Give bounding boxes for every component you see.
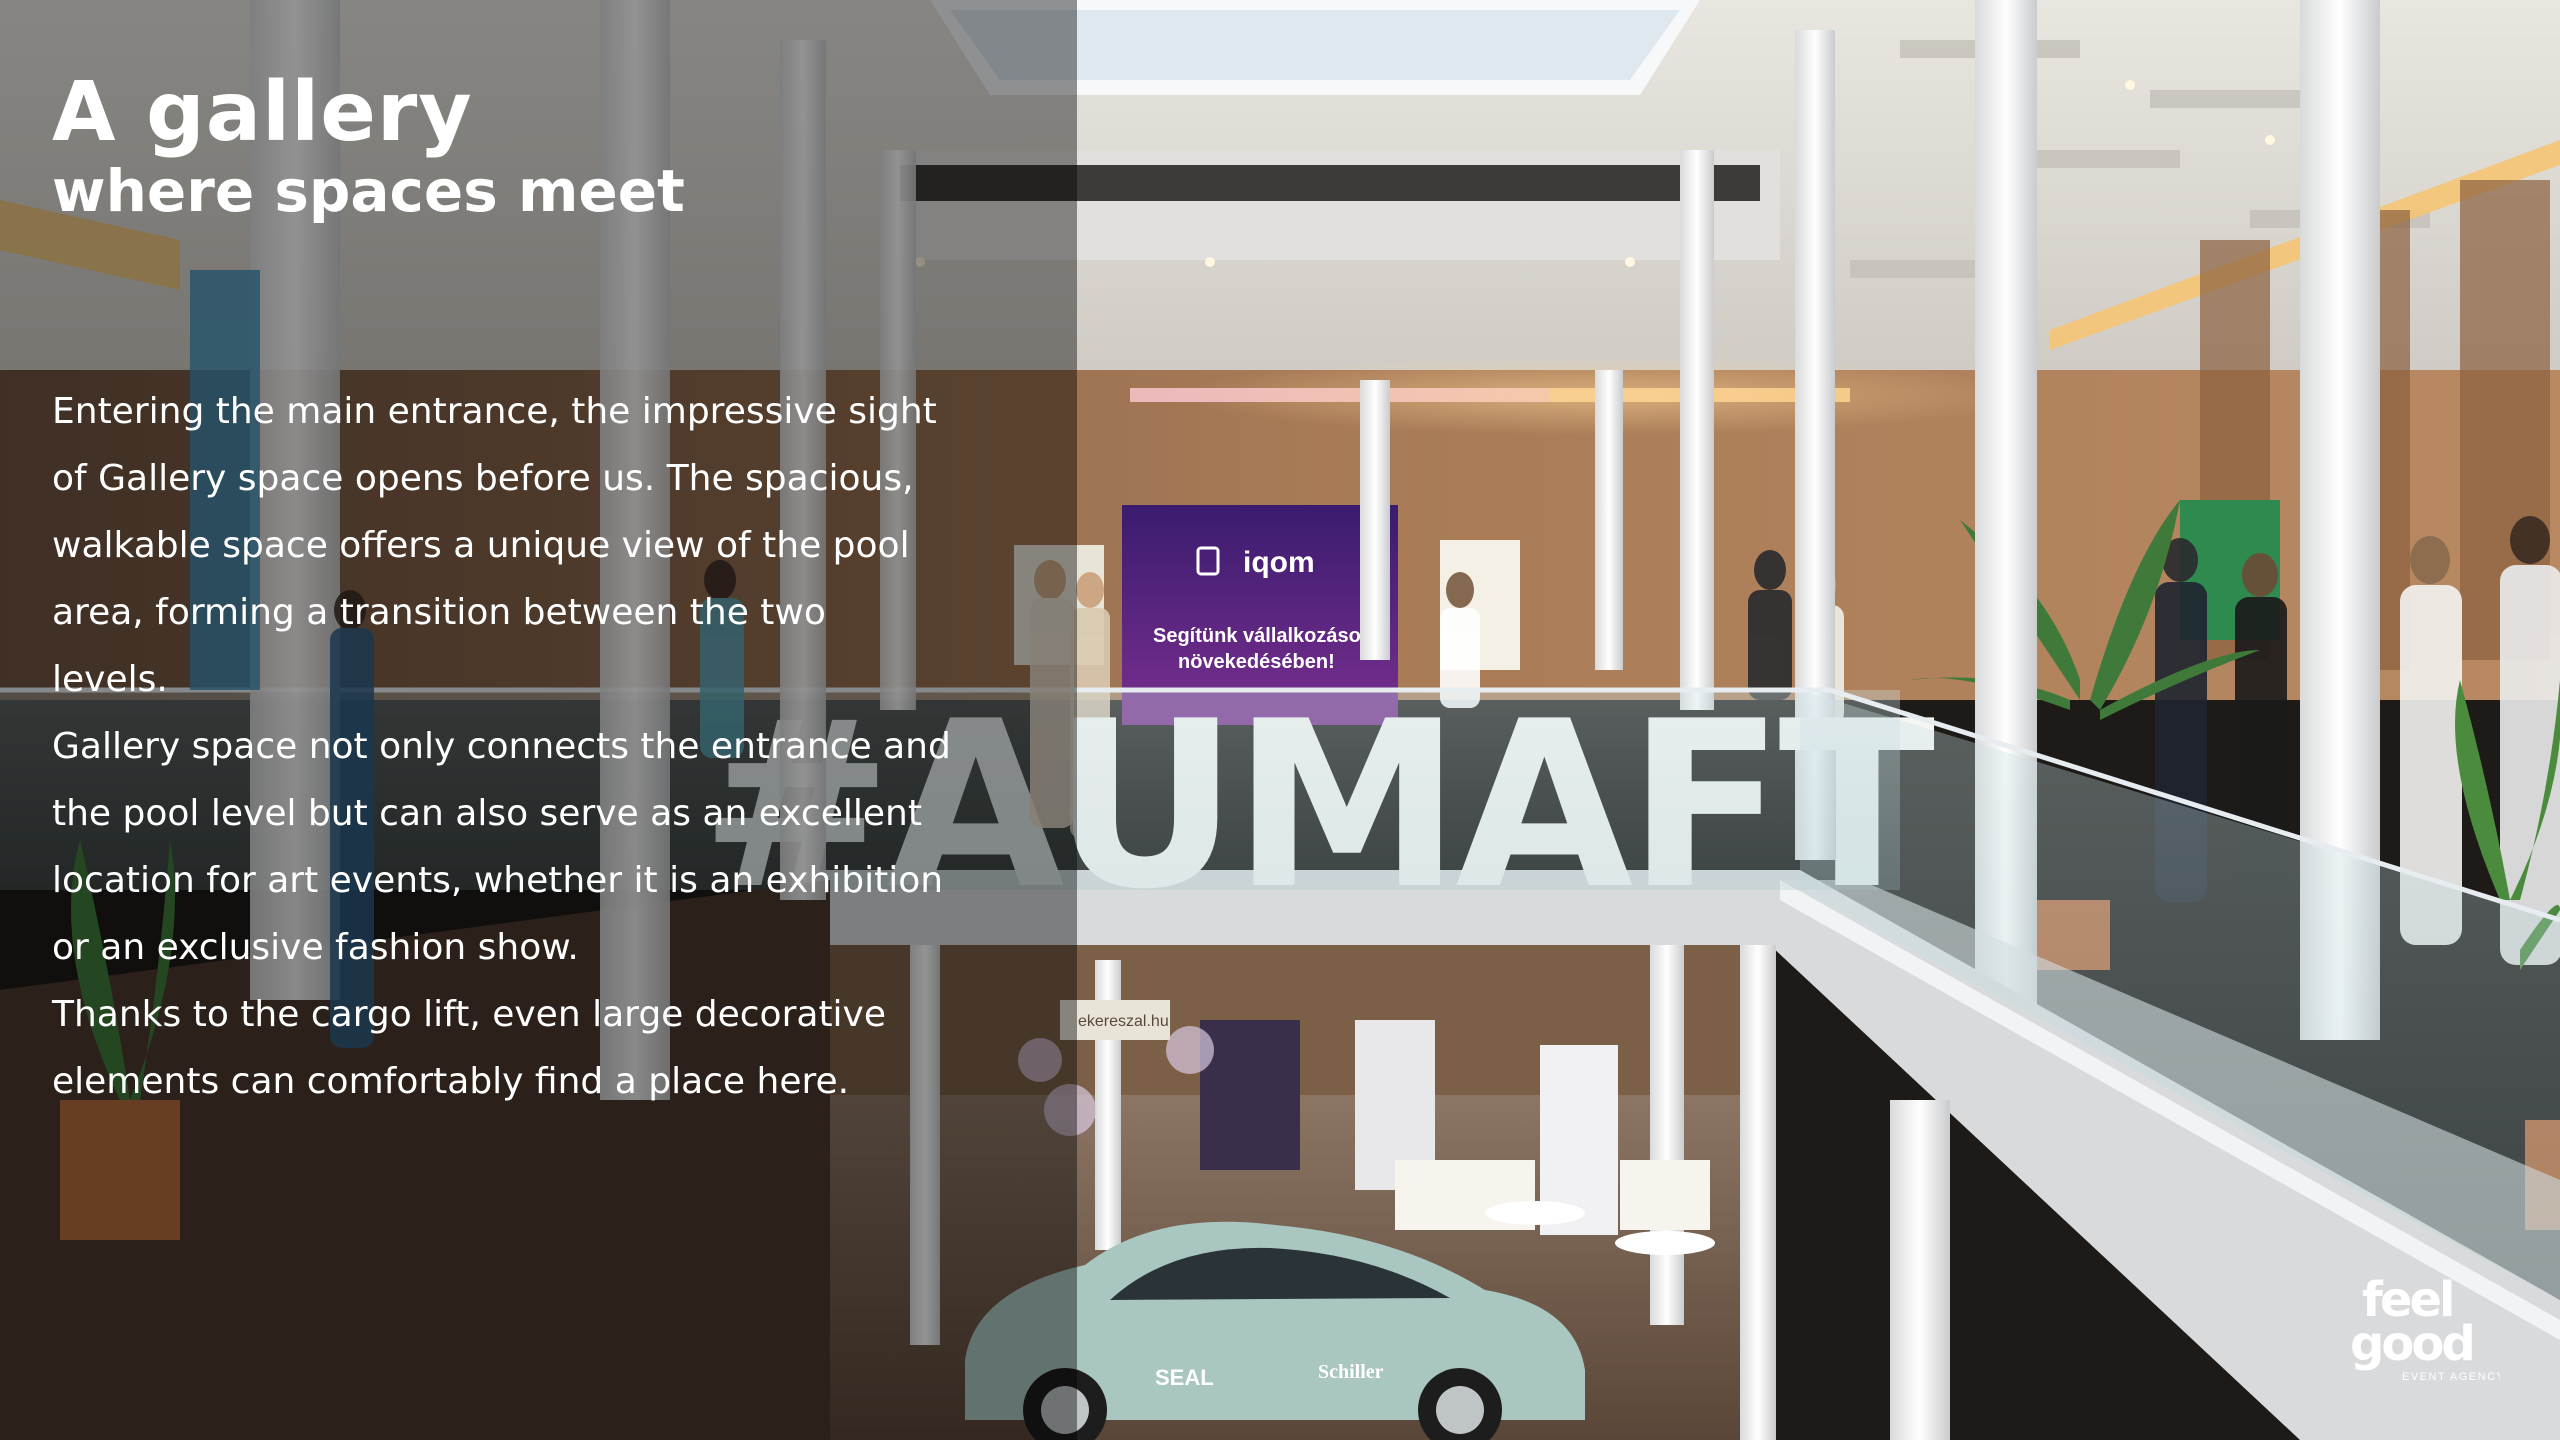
logo-line2: good <box>2350 1316 2473 1372</box>
slide: iqom Segítünk vállalkozásod növekedésébe… <box>0 0 2560 1440</box>
page-title: A gallery <box>52 65 473 160</box>
svg-text:iqom: iqom <box>1243 546 1315 579</box>
paragraph: Thanks to the cargo lift, even large dec… <box>52 994 887 1102</box>
svg-text:Segítünk vállalkozásod: Segítünk vállalkozásod <box>1153 625 1373 647</box>
paragraph: Entering the main entrance, the impressi… <box>52 391 937 700</box>
svg-text:SEAL: SEAL <box>1155 1365 1214 1390</box>
feel-good-logo: feel good EVENT AGENCY <box>2350 1272 2500 1383</box>
description: Entering the main entrance, the impressi… <box>52 378 952 1115</box>
paragraph: Gallery space not only connects the entr… <box>52 726 951 968</box>
svg-text:növekedésében!: növekedésében! <box>1178 651 1335 673</box>
svg-text:Schiller: Schiller <box>1318 1361 1384 1383</box>
logo-tagline: EVENT AGENCY <box>2402 1371 2500 1383</box>
page-subtitle: where spaces meet <box>52 157 685 226</box>
svg-text:ekereszal.hu: ekereszal.hu <box>1078 1013 1169 1030</box>
title-block: A gallery where spaces meet <box>52 65 685 226</box>
